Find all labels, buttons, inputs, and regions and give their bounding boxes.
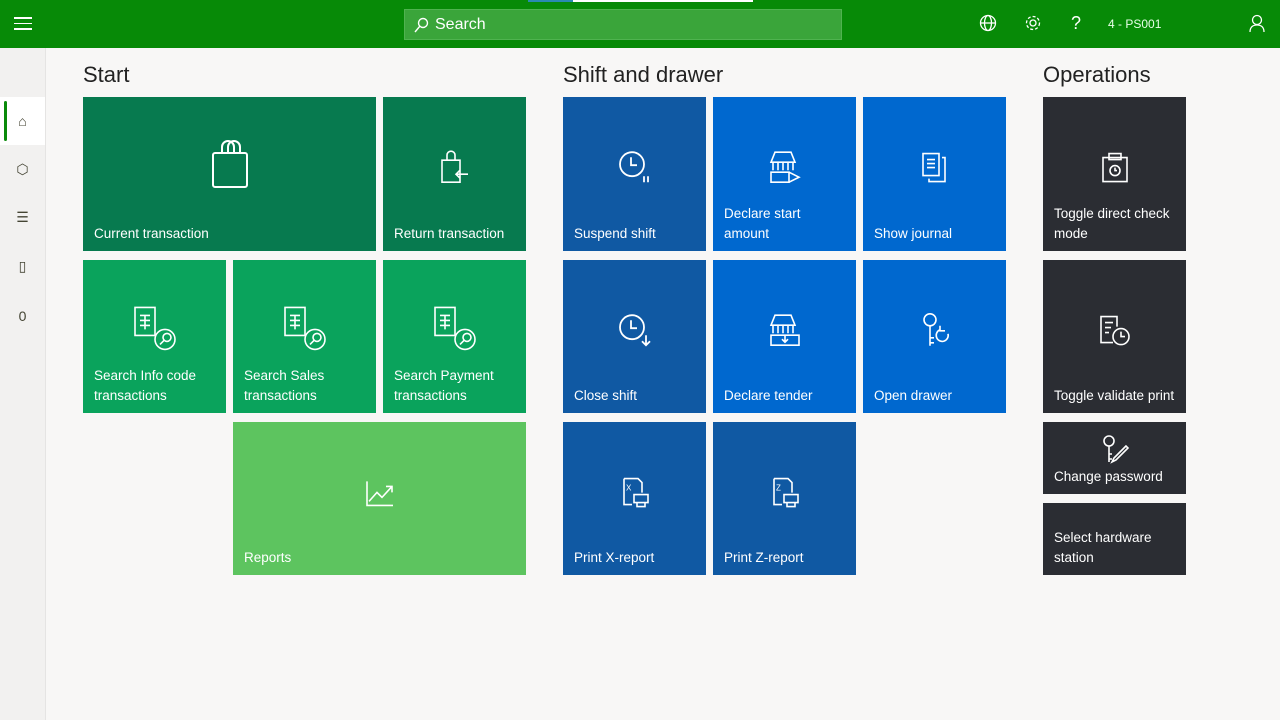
tile-search-info-code[interactable]: Search Info code transactions xyxy=(83,260,226,413)
tile-reports[interactable]: Reports xyxy=(233,422,526,575)
return-bag-icon xyxy=(440,150,468,183)
document-clock-icon xyxy=(1099,315,1130,345)
key-edit-icon xyxy=(1102,435,1129,464)
tile-label: Select hardware station xyxy=(1054,530,1152,565)
tile-label: Print X-report xyxy=(574,550,655,565)
clock-download-icon xyxy=(618,313,651,346)
print-report-icon: Z xyxy=(772,477,799,507)
document-search-icon xyxy=(133,306,176,350)
tile-label: Toggle direct check mode xyxy=(1054,206,1170,241)
cash-drawer-icon xyxy=(769,313,800,346)
menu-icon[interactable] xyxy=(14,17,32,31)
print-report-icon: X xyxy=(622,477,649,507)
tile-label: Current transaction xyxy=(94,226,209,241)
tile-close-shift[interactable]: Close shift xyxy=(563,260,706,413)
section-title-operations: Operations xyxy=(1043,62,1151,87)
home-icon: ⌂ xyxy=(18,113,27,129)
store-register[interactable]: 4 - PS001 xyxy=(1108,17,1161,31)
bag-icon: ▯ xyxy=(18,257,27,274)
tile-print-z-report[interactable]: Z Print Z-report xyxy=(713,422,856,575)
tile-label: Search Sales transactions xyxy=(244,368,325,403)
section-title-shift: Shift and drawer xyxy=(563,62,724,87)
progress-strip xyxy=(528,0,753,2)
help-icon[interactable]: ? xyxy=(1071,13,1081,33)
tile-label: Reports xyxy=(244,550,292,565)
tile-print-x-report[interactable]: X Print X-report xyxy=(563,422,706,575)
tile-label: Declare tender xyxy=(724,388,813,403)
gear-icon[interactable] xyxy=(1024,14,1042,32)
svg-text:Z: Z xyxy=(776,483,781,492)
tile-label: Declare start amount xyxy=(724,206,801,241)
products-icon: ⬡ xyxy=(16,160,29,177)
sidebar-item-cart[interactable]: ▯ xyxy=(0,242,45,290)
check-printer-icon xyxy=(1101,152,1128,183)
tile-select-hardware-station[interactable]: Select hardware station xyxy=(1043,503,1186,575)
tile-search-payment[interactable]: Search Payment transactions xyxy=(383,260,526,413)
tile-label: Change password xyxy=(1054,469,1163,484)
cart-count: 0 xyxy=(18,308,27,324)
tile-search-sales[interactable]: Search Sales transactions xyxy=(233,260,376,413)
key-icon xyxy=(922,312,949,346)
sidebar-item-list[interactable]: ☰ xyxy=(0,193,45,241)
svg-text:X: X xyxy=(626,483,632,492)
top-bar: Search ? 4 - PS001 xyxy=(0,0,1280,48)
tile-toggle-direct-check-mode[interactable]: Toggle direct check mode xyxy=(1043,97,1186,251)
tile-suspend-shift[interactable]: Suspend shift xyxy=(563,97,706,251)
section-title-start: Start xyxy=(83,62,130,87)
tile-declare-tender[interactable]: Declare tender xyxy=(713,260,856,413)
tile-label: Suspend shift xyxy=(574,226,656,241)
document-search-icon xyxy=(433,306,476,350)
globe-icon[interactable] xyxy=(979,14,997,32)
document-search-icon xyxy=(283,306,326,350)
sidebar-item-products[interactable]: ⬡ xyxy=(0,145,45,193)
sidebar: ⌂ ⬡ ☰ ▯ 0 xyxy=(0,48,46,720)
tile-return-transaction[interactable]: Return transaction xyxy=(383,97,526,251)
user-icon[interactable] xyxy=(1249,14,1265,32)
sidebar-item-home[interactable]: ⌂ xyxy=(0,97,45,145)
shopping-bag-icon xyxy=(211,140,248,188)
tile-label: Print Z-report xyxy=(724,550,804,565)
list-icon: ☰ xyxy=(16,208,29,225)
tile-label: Return transaction xyxy=(394,226,505,241)
tile-declare-start-amount[interactable]: Declare start amount xyxy=(713,97,856,251)
journal-icon xyxy=(921,152,946,183)
tile-label: Toggle validate print xyxy=(1054,388,1175,403)
clock-pause-icon xyxy=(618,151,649,183)
search-icon xyxy=(414,17,429,32)
tile-change-password[interactable]: Change password xyxy=(1043,422,1186,494)
tile-label: Close shift xyxy=(574,388,638,403)
cash-drawer-icon xyxy=(769,151,801,183)
tile-label: Search Payment transactions xyxy=(394,368,494,403)
tile-label: Search Info code transactions xyxy=(94,368,197,403)
tile-current-transaction[interactable]: Current transaction xyxy=(83,97,376,251)
search-input[interactable]: Search xyxy=(404,9,842,40)
tile-show-journal[interactable]: Show journal xyxy=(863,97,1006,251)
tile-label: Open drawer xyxy=(874,388,953,403)
chart-icon xyxy=(365,480,393,506)
tile-label: Show journal xyxy=(874,226,953,241)
tile-toggle-validate-print[interactable]: Toggle validate print xyxy=(1043,260,1186,413)
sidebar-item-count[interactable]: 0 xyxy=(0,292,45,340)
tile-open-drawer[interactable]: Open drawer xyxy=(863,260,1006,413)
search-placeholder: Search xyxy=(435,15,486,33)
